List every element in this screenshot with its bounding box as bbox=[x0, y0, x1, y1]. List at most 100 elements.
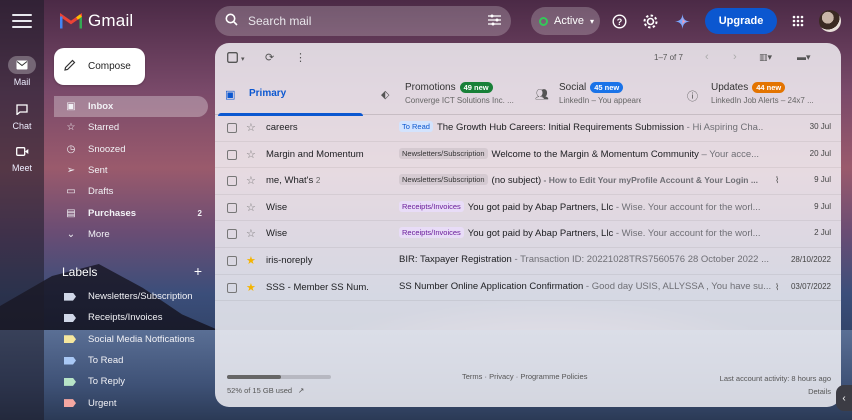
tab-label: Social 45 new bbox=[559, 82, 624, 93]
tab-social[interactable]: 👥︎ Social45 new LinkedIn – You appeared … bbox=[525, 75, 675, 115]
email-label-badge[interactable]: Newsletters/Subscription bbox=[399, 147, 488, 159]
chevron-down-icon: ▾ bbox=[589, 16, 594, 26]
storage-usage[interactable]: 52% of 15 GB used ↗ bbox=[227, 386, 304, 395]
select-all-checkbox[interactable] bbox=[227, 52, 238, 66]
email-label-badge[interactable]: Receipts/Invoices bbox=[399, 227, 464, 239]
next-page-icon[interactable]: › bbox=[733, 51, 737, 63]
nav-item-sent[interactable]: ➢ Sent bbox=[54, 160, 208, 181]
gemini-sparkle-icon[interactable] bbox=[673, 12, 691, 30]
more-options-icon[interactable]: ⋮ bbox=[295, 51, 306, 64]
label-tag-icon bbox=[64, 356, 76, 365]
rail-item-meet[interactable]: Meet bbox=[0, 142, 44, 173]
email-row[interactable]: ★ iris-noreply BIR: Taxpayer Registratio… bbox=[215, 248, 841, 275]
star-icon[interactable]: ☆ bbox=[246, 201, 256, 214]
help-icon[interactable]: ? bbox=[610, 12, 628, 30]
row-checkbox[interactable] bbox=[227, 229, 237, 240]
new-count-badge: 49 new bbox=[459, 82, 493, 93]
row-checkbox[interactable] bbox=[227, 282, 237, 293]
email-label-badge[interactable]: To Read bbox=[399, 121, 433, 132]
gmail-wordmark: Gmail bbox=[88, 11, 134, 30]
split-pane-icon[interactable]: ▥▾ bbox=[759, 52, 772, 63]
attachment-icon: ⌇ bbox=[775, 175, 780, 186]
email-row[interactable]: ☆ Margin and Momentum Newsletters/Subscr… bbox=[215, 142, 841, 169]
new-count-badge: 45 new bbox=[590, 82, 624, 93]
refresh-icon[interactable]: ⟳ bbox=[265, 51, 274, 64]
upgrade-button[interactable]: Upgrade bbox=[705, 8, 777, 34]
storage-meter-fill bbox=[227, 375, 282, 379]
label-item[interactable]: Newsletters/Subscription bbox=[54, 286, 208, 307]
star-icon[interactable]: ☆ bbox=[246, 148, 256, 161]
row-checkbox[interactable] bbox=[227, 255, 237, 266]
app-rail: Mail Chat Meet bbox=[0, 0, 44, 420]
nav-item-inbox[interactable]: ▣ Inbox bbox=[54, 96, 208, 118]
tab-updates[interactable]: ⓘ Updates 44 new LinkedIn Job Alerts – 24… bbox=[677, 75, 841, 115]
inbox-icon: ▣ bbox=[66, 101, 76, 113]
email-label-badge[interactable]: Newsletters/Subscription bbox=[399, 174, 488, 186]
tab-promotions[interactable]: ⬖ Promotions 49 new Converge ICT Solution… bbox=[371, 75, 521, 115]
rail-item-mail[interactable]: Mail bbox=[0, 56, 44, 87]
compose-button[interactable]: Compose bbox=[54, 48, 145, 85]
row-checkbox[interactable] bbox=[227, 202, 237, 213]
nav-item-starred[interactable]: ☆ Starred bbox=[54, 117, 208, 138]
email-label-badge[interactable]: Receipts/Invoices bbox=[399, 200, 464, 212]
input-tools-icon[interactable]: ▬▾ bbox=[797, 52, 811, 63]
email-row[interactable]: ☆ Wise Receipts/Invoices You got paid by … bbox=[215, 221, 841, 248]
label-item[interactable]: To Reply bbox=[54, 371, 208, 392]
label-name: To Reply bbox=[88, 376, 125, 388]
footer-links[interactable]: Terms · Privacy · Programme Policies bbox=[462, 372, 587, 381]
star-icon[interactable]: ☆ bbox=[246, 227, 256, 240]
nav-item-snoozed[interactable]: ◷ Snoozed bbox=[54, 139, 208, 160]
row-checkbox[interactable] bbox=[227, 176, 237, 187]
email-sender: Wise bbox=[266, 201, 288, 213]
email-subject-line: SS Number Online Application Confirmatio… bbox=[399, 280, 771, 292]
star-icon[interactable]: ☆ bbox=[246, 121, 256, 134]
star-filled-icon[interactable]: ★ bbox=[246, 281, 256, 294]
details-link[interactable]: Details bbox=[720, 385, 831, 398]
open-external-icon[interactable]: ↗ bbox=[298, 386, 304, 395]
label-tag-icon bbox=[64, 399, 76, 408]
label-item[interactable]: Urgent bbox=[54, 392, 208, 413]
collapse-side-panel-icon[interactable]: ‹ bbox=[836, 385, 852, 411]
rail-item-chat[interactable]: Chat bbox=[0, 100, 44, 131]
status-selector[interactable]: Active ▾ bbox=[531, 7, 600, 35]
email-row[interactable]: ★ SSS - Member SS Num. SS Number Online … bbox=[215, 275, 841, 302]
search-bar[interactable]: Search mail bbox=[215, 6, 511, 36]
mail-list-panel: ▾ ⟳ ⋮ 1–7 of 7 ‹ › ▥▾ ▬▾ ▣ Primary ⬖ Pro… bbox=[215, 43, 841, 407]
email-row[interactable]: ☆ careers To Read The Growth Hub Careers:… bbox=[215, 115, 841, 142]
email-row[interactable]: ☆ me, What's 2 Newsletters/Subscription(… bbox=[215, 168, 841, 195]
last-activity-text: Last account activity: 8 hours ago bbox=[719, 374, 831, 383]
nav-item-drafts[interactable]: ▭ Drafts bbox=[54, 181, 208, 202]
account-avatar[interactable] bbox=[819, 10, 841, 32]
row-checkbox[interactable] bbox=[227, 149, 237, 160]
previous-page-icon[interactable]: ‹ bbox=[705, 51, 709, 63]
email-date: 03/07/2022 bbox=[790, 281, 831, 291]
search-options-icon[interactable] bbox=[488, 14, 501, 29]
nav-item-purchases[interactable]: ▤ Purchases 2 bbox=[54, 202, 208, 223]
tab-preview: Converge ICT Solutions Inc. ... bbox=[405, 96, 514, 105]
star-icon[interactable]: ☆ bbox=[246, 174, 256, 187]
label-item[interactable]: Receipts/Invoices bbox=[54, 307, 208, 328]
star-filled-icon[interactable]: ★ bbox=[246, 254, 256, 267]
attachment-icon: ⌇ bbox=[775, 281, 780, 292]
email-list: ☆ careers To Read The Growth Hub Careers:… bbox=[215, 115, 841, 302]
email-date: 9 Jul bbox=[814, 175, 831, 185]
email-sender: Wise bbox=[266, 228, 288, 240]
gmail-logo[interactable]: Gmail bbox=[60, 11, 133, 31]
email-date: 9 Jul bbox=[814, 201, 831, 211]
main-menu-icon[interactable] bbox=[12, 14, 32, 28]
settings-gear-icon[interactable] bbox=[641, 12, 659, 30]
label-item[interactable]: To Read bbox=[54, 350, 208, 371]
email-row[interactable]: ☆ Wise Receipts/Invoices You got paid by … bbox=[215, 195, 841, 222]
nav-item-more[interactable]: ⌄ More bbox=[54, 224, 208, 245]
row-checkbox[interactable] bbox=[227, 123, 237, 133]
apps-grid-icon[interactable] bbox=[789, 12, 807, 30]
label-item[interactable]: Social Media Notfications bbox=[54, 329, 208, 350]
search-input[interactable]: Search mail bbox=[248, 14, 488, 28]
email-date: 28/10/2022 bbox=[790, 254, 831, 264]
rail-item-label: Chat bbox=[12, 121, 32, 131]
select-dropdown-icon[interactable]: ▾ bbox=[241, 55, 245, 63]
add-label-button[interactable]: + bbox=[194, 264, 202, 279]
tab-primary[interactable]: ▣ Primary bbox=[215, 75, 365, 116]
category-tabs: ▣ Primary ⬖ Promotions 49 new Converge IC… bbox=[215, 75, 841, 116]
search-icon[interactable] bbox=[225, 13, 238, 29]
